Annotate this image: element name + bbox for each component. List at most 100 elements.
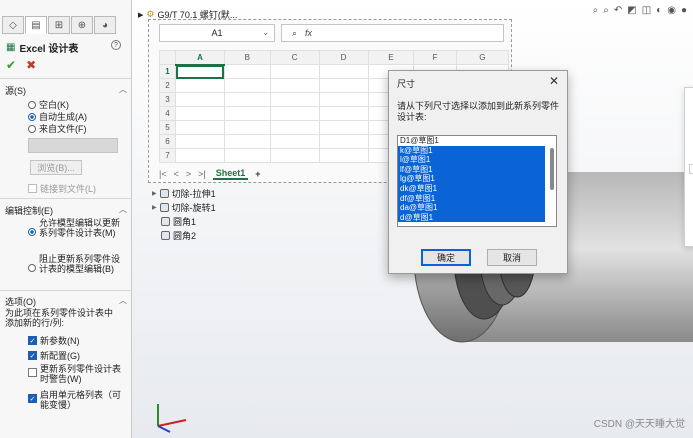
list-item[interactable]: df@草图1 bbox=[398, 193, 545, 204]
select-all-corner[interactable] bbox=[159, 50, 176, 65]
row-header[interactable]: 2 bbox=[159, 78, 176, 93]
checkbox-checked[interactable]: ✓ bbox=[28, 336, 37, 345]
prev-sheet-icon[interactable]: < bbox=[174, 169, 179, 179]
name-box[interactable]: A1 ⌄ bbox=[159, 24, 275, 42]
row-header[interactable]: 5 bbox=[159, 120, 176, 135]
chevron-up-icon[interactable]: ︿ bbox=[119, 204, 127, 217]
column-header[interactable]: F bbox=[413, 50, 457, 65]
dimension-listbox[interactable]: D1@草图1 k@草图1 l@草图1 lf@草图1 lg@草图1 dk@草图1 … bbox=[397, 135, 557, 227]
view-orientation-icon[interactable]: ◫ bbox=[642, 5, 651, 16]
browse-button[interactable]: 浏览(B)... bbox=[30, 160, 82, 175]
row-header[interactable]: 3 bbox=[159, 92, 176, 107]
progress-field bbox=[689, 164, 693, 174]
checkbox-label: 新配置(G) bbox=[40, 351, 80, 361]
formula-input[interactable]: ⌕ fx bbox=[281, 24, 504, 42]
tree-item-fillet-2[interactable]: 圆角2 bbox=[152, 228, 216, 242]
column-header[interactable]: E bbox=[367, 50, 415, 65]
checkbox-checked[interactable]: ✓ bbox=[28, 394, 37, 403]
tree-item-fillet-1[interactable]: 圆角1 bbox=[152, 214, 216, 228]
tree-item-cut-extrude[interactable]: ▶ 切除-拉伸1 bbox=[152, 186, 216, 200]
column-header[interactable]: A bbox=[175, 50, 225, 66]
radio-button[interactable] bbox=[28, 124, 36, 133]
row-header[interactable]: 4 bbox=[159, 106, 176, 121]
list-item[interactable]: k@草图1 bbox=[398, 145, 545, 156]
column-header[interactable]: D bbox=[318, 50, 369, 65]
edit-control-section-header[interactable]: 编辑控制(E) ︿ bbox=[5, 204, 127, 217]
checkbox[interactable] bbox=[28, 184, 37, 193]
options-heading: 选项(O) bbox=[5, 297, 36, 307]
link-to-file-checkbox[interactable]: 链接到文件(L) bbox=[28, 182, 96, 195]
zoom-icon[interactable]: ⌕ bbox=[292, 28, 297, 39]
list-item[interactable]: lf@草图1 bbox=[398, 164, 545, 175]
next-sheet-icon[interactable]: > bbox=[186, 169, 191, 179]
display-style-icon[interactable]: ◐ bbox=[656, 5, 662, 16]
list-item[interactable]: lg@草图1 bbox=[398, 174, 545, 184]
last-sheet-icon[interactable]: >| bbox=[198, 169, 206, 179]
fillet-icon bbox=[161, 230, 170, 240]
panel-title: ▦ Excel 设计表 bbox=[6, 40, 78, 55]
ok-button[interactable]: 确定 bbox=[421, 249, 471, 266]
cancel-x-icon[interactable]: ✖ bbox=[26, 58, 36, 72]
previous-view-icon[interactable]: ↶ bbox=[614, 5, 622, 16]
add-sheet-button[interactable]: + bbox=[255, 169, 260, 179]
list-item[interactable]: d@草图1 bbox=[398, 212, 545, 223]
row-header[interactable]: 7 bbox=[159, 148, 176, 163]
enable-cell-list-checkbox[interactable]: ✓ 启用单元格列表（可能变慢） bbox=[28, 390, 124, 410]
radio-button[interactable] bbox=[28, 112, 36, 121]
chevron-right-icon[interactable]: ▶ bbox=[138, 11, 143, 19]
radio-button[interactable] bbox=[28, 100, 36, 109]
divider bbox=[0, 78, 132, 79]
warn-on-update-checkbox[interactable]: 更新系列零件设计表时警告(W) bbox=[28, 364, 124, 384]
checkbox-checked[interactable]: ✓ bbox=[28, 351, 37, 360]
checkbox[interactable] bbox=[28, 368, 37, 377]
list-item[interactable]: l@草图1 bbox=[398, 155, 545, 165]
radio-button[interactable] bbox=[28, 264, 36, 272]
feature-tree-tab-icon[interactable]: ◇ bbox=[2, 16, 24, 34]
new-configurations-checkbox[interactable]: ✓ 新配置(G) bbox=[28, 349, 80, 362]
dimxpert-tab-icon[interactable]: ⊕ bbox=[71, 16, 93, 34]
chevron-up-icon[interactable]: ︿ bbox=[119, 84, 127, 97]
configuration-manager-tab-icon[interactable]: ⊞ bbox=[48, 16, 70, 34]
sheet-tab[interactable]: Sheet1 bbox=[212, 168, 249, 180]
appearance-icon[interactable]: ● bbox=[681, 5, 687, 16]
checkbox-label: 新参数(N) bbox=[40, 336, 80, 346]
options-section-header[interactable]: 选项(O) ︿ bbox=[5, 295, 127, 308]
source-file-radio[interactable]: 来自文件(F) bbox=[28, 122, 87, 135]
help-icon[interactable]: ? bbox=[111, 40, 121, 50]
list-item[interactable]: dk@草图1 bbox=[398, 183, 545, 194]
chevron-up-icon[interactable]: ︿ bbox=[119, 295, 127, 308]
property-manager-tab-icon[interactable]: ▤ bbox=[25, 16, 47, 34]
zoom-area-icon[interactable]: ⌕ bbox=[603, 5, 609, 16]
tree-item-cut-revolve[interactable]: ▶ 切除-旋转1 bbox=[152, 200, 216, 214]
close-icon[interactable]: ✕ bbox=[549, 74, 559, 88]
column-header[interactable]: B bbox=[223, 50, 271, 65]
list-item[interactable]: da@草图1 bbox=[398, 203, 545, 213]
chevron-down-icon[interactable]: ⌄ bbox=[262, 28, 269, 37]
hide-show-icon[interactable]: ◉ bbox=[667, 5, 676, 16]
section-view-icon[interactable]: ◩ bbox=[627, 5, 636, 16]
expand-arrow-icon[interactable]: ▶ bbox=[152, 204, 157, 211]
panel-tabs: ◇ ▤ ⊞ ⊕ ◕ bbox=[0, 16, 132, 36]
cell-a1[interactable] bbox=[175, 64, 225, 79]
zoom-to-fit-icon[interactable]: ⌕ bbox=[593, 5, 599, 16]
edit-control-heading: 编辑控制(E) bbox=[5, 206, 53, 216]
block-model-edit-radio[interactable]: 阻止更新系列零件设计表的模型编辑(B) bbox=[28, 254, 126, 274]
display-manager-tab-icon[interactable]: ◕ bbox=[94, 16, 116, 34]
list-item[interactable]: D1@草图1 bbox=[398, 136, 556, 146]
radio-button[interactable] bbox=[28, 228, 36, 236]
allow-model-edit-radio[interactable]: 允许模型编辑以更新系列零件设计表(M) bbox=[28, 218, 126, 238]
ok-check-icon[interactable]: ✔ bbox=[6, 58, 16, 72]
expand-arrow-icon[interactable]: ▶ bbox=[152, 190, 157, 197]
row-header[interactable]: 6 bbox=[159, 134, 176, 149]
cancel-button[interactable]: 取消 bbox=[487, 249, 537, 266]
row-header[interactable]: 1 bbox=[159, 64, 176, 79]
column-header[interactable]: C bbox=[269, 50, 320, 65]
new-parameters-checkbox[interactable]: ✓ 新参数(N) bbox=[28, 334, 80, 347]
fx-icon[interactable]: fx bbox=[305, 28, 312, 38]
scrollbar-thumb[interactable] bbox=[550, 148, 554, 190]
file-path-field[interactable] bbox=[28, 138, 118, 153]
first-sheet-icon[interactable]: |< bbox=[159, 169, 167, 179]
coordinate-triad-icon bbox=[157, 404, 187, 433]
source-section-header[interactable]: 源(S) ︿ bbox=[5, 84, 127, 97]
column-header[interactable]: G bbox=[455, 50, 510, 65]
